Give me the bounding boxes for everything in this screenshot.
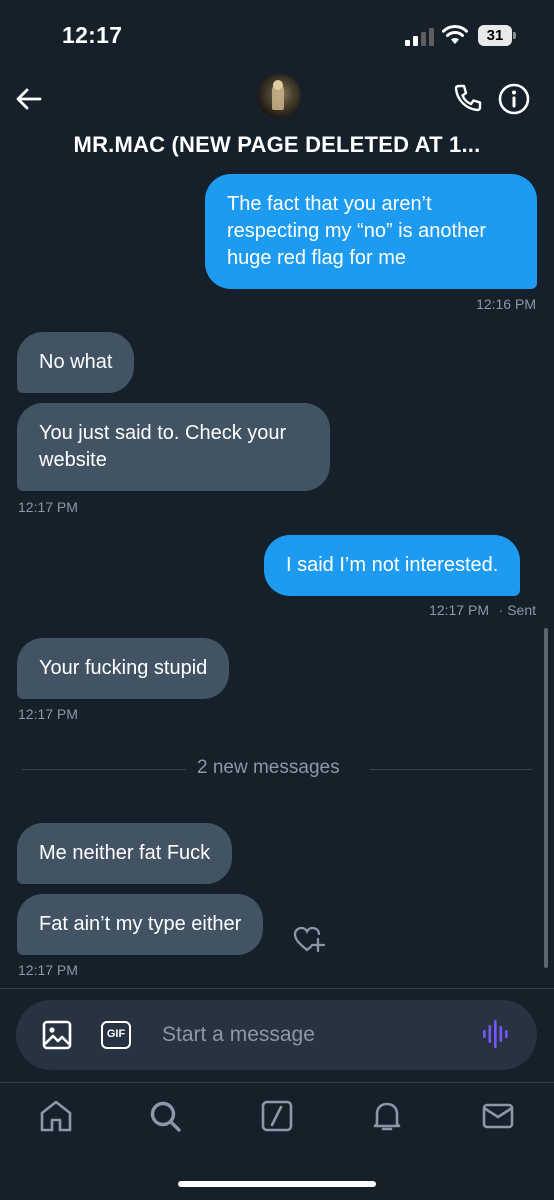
message-timestamp: 12:17 PM [18,962,78,978]
message-received[interactable]: Fat ain’t my type either [17,894,264,955]
voice-message-icon[interactable] [482,1018,512,1050]
conversation-header: MR.MAC (NEW PAGE DELETED AT 1... [0,70,554,165]
composer-divider [0,988,554,989]
home-icon[interactable] [38,1098,74,1134]
home-indicator [178,1181,376,1187]
battery-indicator: 31 [478,25,516,46]
message-timestamp: 12:17 PM [429,602,489,618]
phone-icon[interactable] [452,82,484,114]
image-icon[interactable] [42,1020,72,1050]
message-received[interactable]: Your fucking stupid [17,638,230,699]
divider-line [22,769,186,770]
message-timestamp: 12:17 PM [18,706,78,722]
message-sent[interactable]: The fact that you aren’t respecting my “… [205,174,537,289]
tabbar-divider [0,1082,554,1083]
message-received[interactable]: Me neither fat Fuck [17,823,233,884]
wifi-icon [442,25,468,44]
message-received[interactable]: You just said to. Check your website [17,403,330,491]
gif-button[interactable]: GIF [101,1021,131,1049]
battery-level: 31 [478,25,512,46]
message-composer: GIF [16,1000,537,1070]
battery-tip [513,32,516,39]
heart-plus-icon[interactable] [293,924,325,954]
divider-line [370,769,532,770]
message-timestamp: 12:16 PM [476,296,536,312]
message-sent-status: · Sent [498,602,536,618]
scrollbar[interactable] [544,628,548,968]
new-messages-label: 2 new messages [197,757,340,778]
avatar-head [273,80,283,90]
cellular-signal-icon [405,28,434,46]
new-messages-divider: 2 new messages [22,757,532,778]
mail-icon[interactable] [480,1098,516,1134]
info-icon[interactable] [497,82,531,116]
status-time: 12:17 [62,22,123,48]
message-input[interactable] [162,1020,462,1050]
search-icon[interactable] [147,1098,183,1134]
avatar[interactable] [257,74,301,118]
status-bar: 12:17 31 [0,0,554,70]
conversation-title[interactable]: MR.MAC (NEW PAGE DELETED AT 1... [0,132,554,158]
message-timestamp: 12:17 PM [18,499,78,515]
bell-icon[interactable] [369,1098,405,1134]
grok-icon[interactable] [259,1098,295,1134]
arrow-left-icon[interactable] [14,84,44,114]
message-sent[interactable]: I said I’m not interested. [264,535,521,596]
message-received[interactable]: No what [17,332,135,393]
